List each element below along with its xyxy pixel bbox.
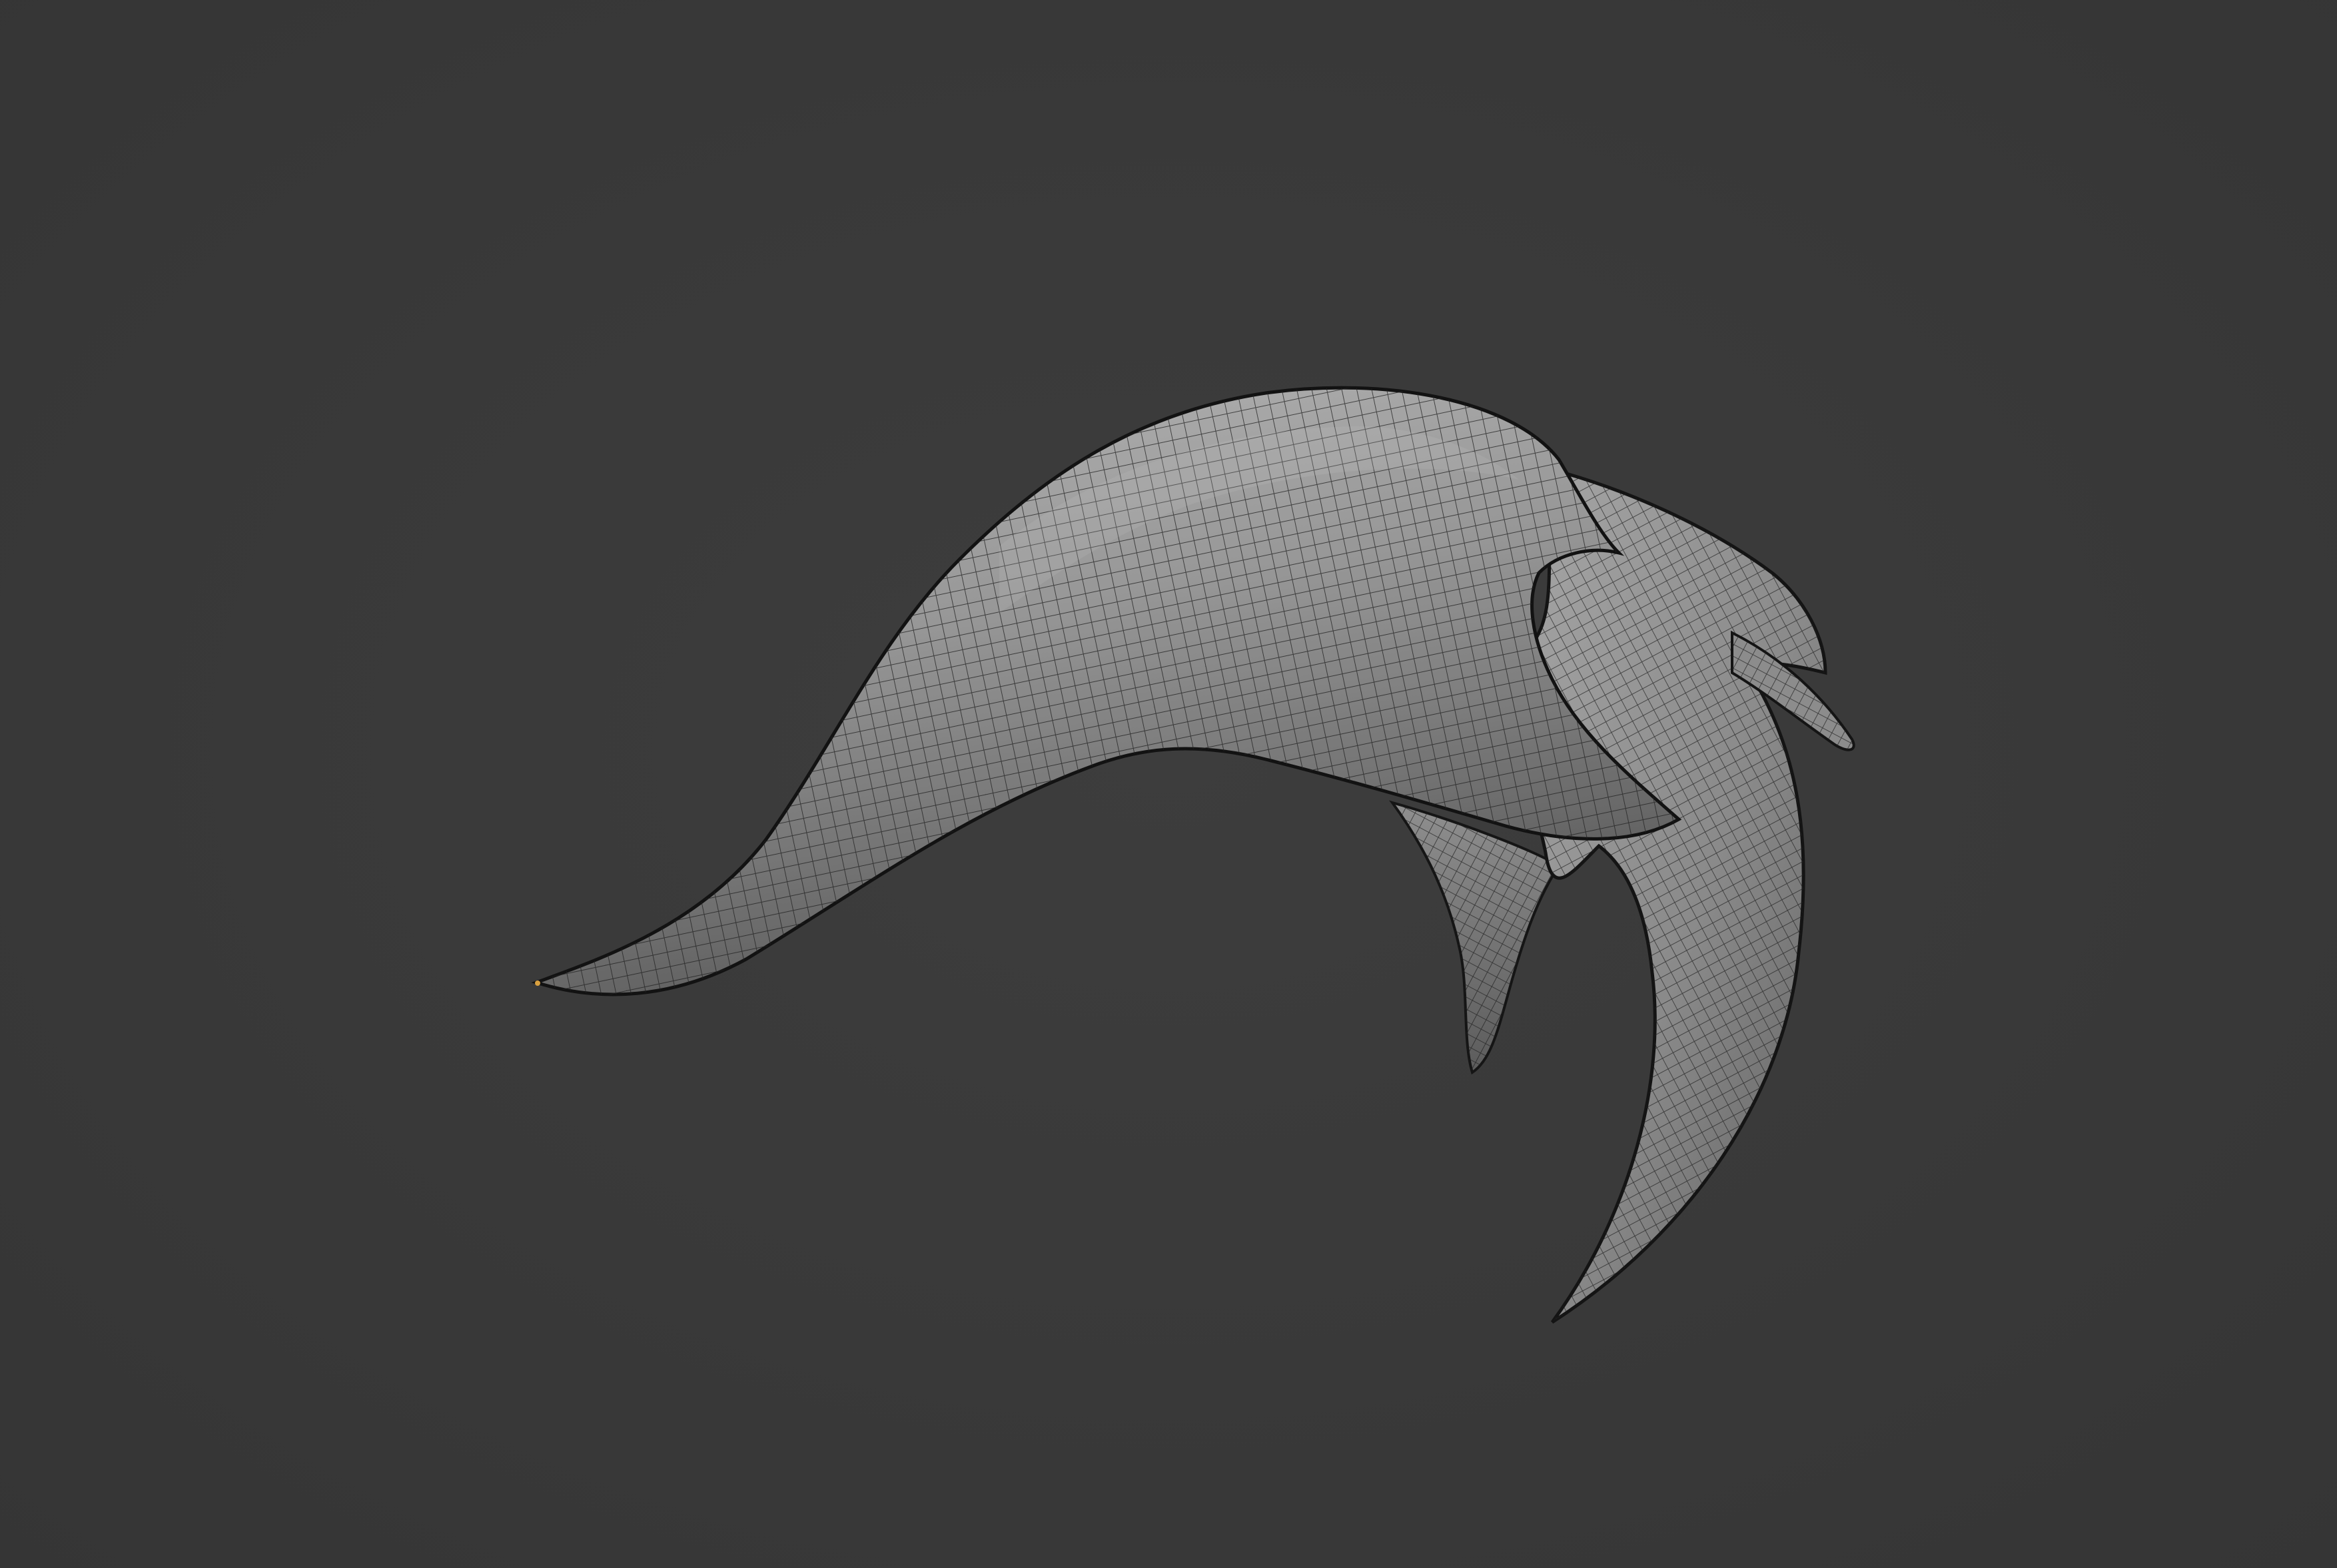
hook-lobe[interactable] <box>1518 467 1855 1324</box>
lower-spike[interactable] <box>1389 800 1561 1075</box>
origin-point <box>535 980 540 986</box>
3d-viewport[interactable] <box>0 0 2337 1568</box>
viewport-canvas[interactable] <box>0 0 2337 1568</box>
